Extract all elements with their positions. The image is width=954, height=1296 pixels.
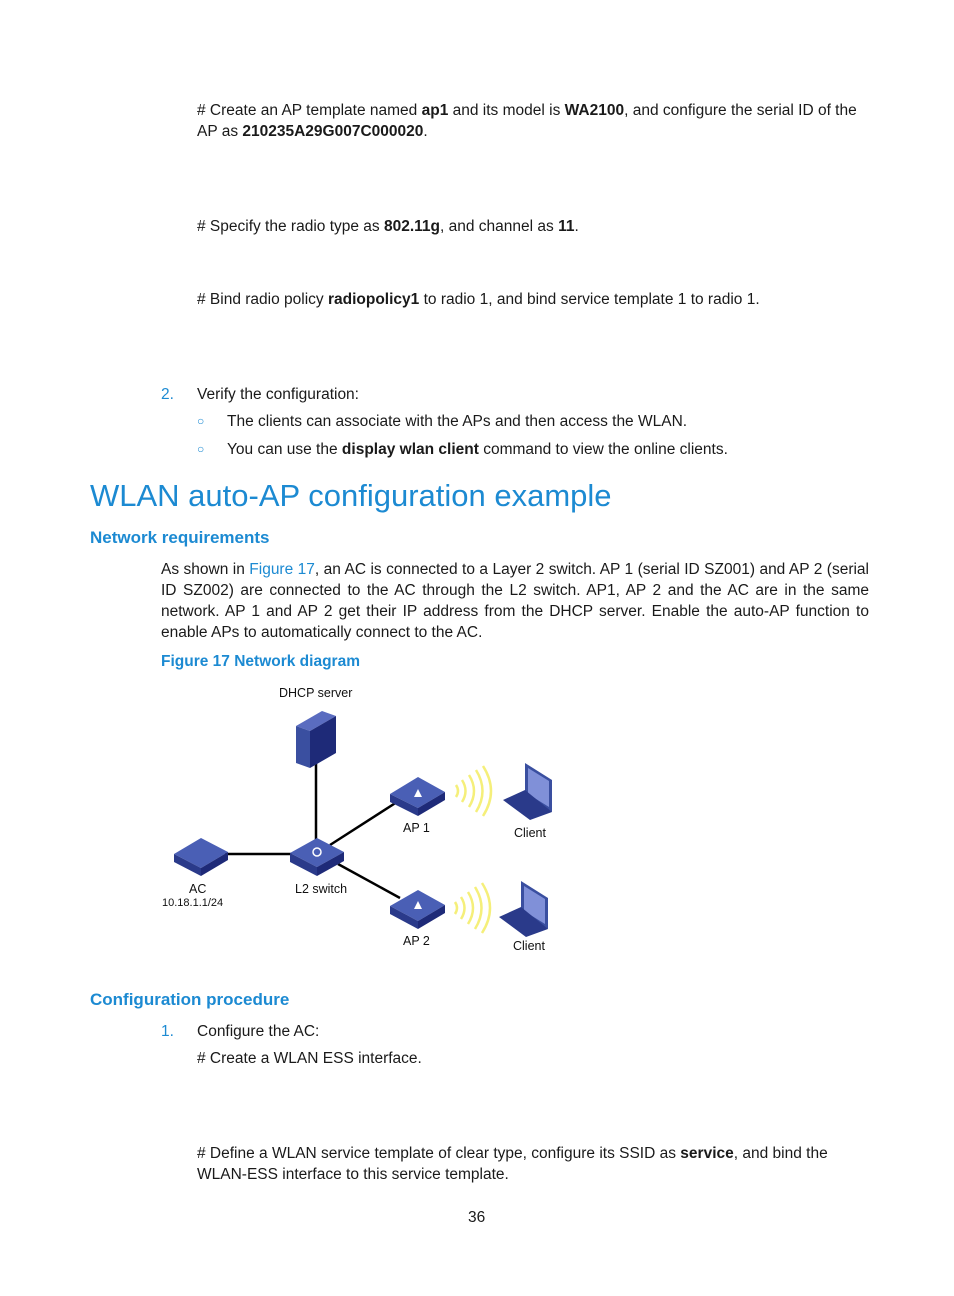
link-switch-ap2 — [337, 862, 401, 900]
ap1-icon — [390, 777, 445, 816]
label-client1: Client — [514, 826, 546, 840]
document-page: # Create an AP template named ap1 and it… — [0, 0, 954, 1296]
dhcp-server-icon — [296, 711, 336, 768]
configure-ac-step: Configure the AC: — [197, 1023, 320, 1040]
label-ap1: AP 1 — [403, 821, 430, 835]
page-number: 36 — [468, 1209, 486, 1226]
define-template-text: # Define a WLAN service template of clea… — [197, 1143, 828, 1164]
label-switch: L2 switch — [295, 882, 348, 896]
links — [225, 760, 401, 900]
link-switch-ap1 — [329, 800, 398, 847]
bold-text: service — [680, 1145, 734, 1162]
label-client2: Client — [513, 939, 545, 953]
text-run: # Define a WLAN service template of clea… — [197, 1145, 681, 1162]
laptop-icon — [503, 763, 552, 820]
network-diagram — [174, 711, 552, 937]
wireless-signal-icon — [453, 882, 492, 934]
switch-icon — [290, 838, 344, 876]
wireless-signal-icon — [454, 765, 493, 817]
define-template-text-line2: WLAN-ESS interface to this service templ… — [197, 1166, 509, 1183]
label-ac: AC — [189, 882, 207, 896]
ac-icon — [174, 838, 228, 876]
label-dhcp-server: DHCP server — [279, 686, 353, 700]
label-ap2: AP 2 — [403, 934, 430, 948]
configuration-procedure-heading: Configuration procedure — [90, 990, 290, 1009]
laptop-icon — [499, 881, 548, 937]
text-run: , and bind the — [733, 1145, 828, 1162]
label-ac-ip: 10.18.1.1/24 — [162, 897, 224, 909]
list-number: 1. — [161, 1023, 174, 1040]
create-ess-text: # Create a WLAN ESS interface. — [197, 1050, 422, 1067]
